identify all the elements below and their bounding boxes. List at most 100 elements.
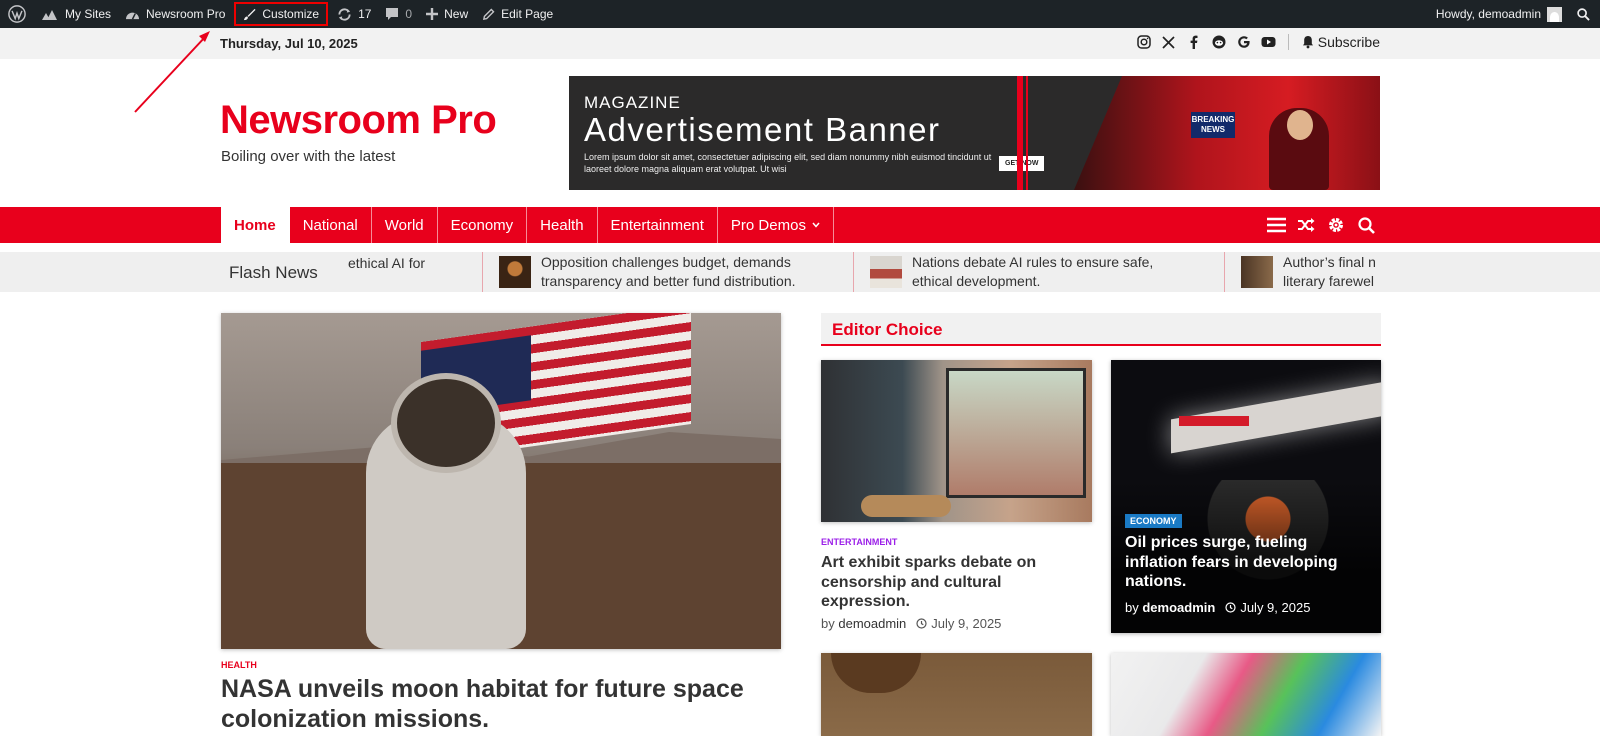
flash-news-thumbnail xyxy=(499,256,531,288)
settings-icon[interactable] xyxy=(1326,215,1346,235)
card-category-tag[interactable]: ENTERTAINMENT xyxy=(821,537,897,547)
card-category-tag[interactable]: ECONOMY xyxy=(1125,514,1182,528)
google-icon[interactable] xyxy=(1236,34,1252,50)
flash-news-item-text: Opposition challenges budget, demands tr… xyxy=(541,253,796,291)
card-author-prefix: by xyxy=(821,616,835,631)
my-sites-icon xyxy=(42,10,57,20)
current-date: Thursday, Jul 10, 2025 xyxy=(220,36,358,51)
my-sites-menu[interactable]: My Sites xyxy=(34,0,118,28)
nav-item-home[interactable]: Home xyxy=(221,207,290,243)
flash-news-item[interactable]: ethical AI for xyxy=(340,252,483,292)
subscribe-link[interactable]: Subscribe xyxy=(1318,34,1380,50)
card-date-text: July 9, 2025 xyxy=(931,616,1002,631)
flash-news-ticker: Flash News ethical AI for Opposition cha… xyxy=(0,252,1600,292)
flash-news-item-line: transparency and better fund distributio… xyxy=(541,273,796,289)
flash-news-item-line: Opposition challenges budget, demands xyxy=(541,254,791,270)
instagram-icon[interactable] xyxy=(1136,34,1152,50)
new-content-button[interactable]: New xyxy=(419,0,475,28)
editor-card-image[interactable] xyxy=(821,360,1092,522)
card-meta: by demoadmin July 9, 2025 xyxy=(1125,600,1310,615)
site-name-label: Newsroom Pro xyxy=(146,7,226,21)
editor-choice-title: Editor Choice xyxy=(832,320,943,339)
clock-icon xyxy=(1225,602,1236,613)
youtube-icon[interactable] xyxy=(1261,34,1277,50)
flash-news-thumbnail xyxy=(1241,256,1273,288)
comments-count: 0 xyxy=(405,7,413,21)
nav-item-pro-demos[interactable]: Pro Demos xyxy=(718,207,834,243)
shuffle-icon[interactable] xyxy=(1296,215,1316,235)
flash-news-item-line: ethical development. xyxy=(912,273,1041,289)
site-tagline: Boiling over with the latest xyxy=(221,148,396,165)
admin-search-button[interactable] xyxy=(1569,0,1600,28)
editor-card-image[interactable] xyxy=(821,653,1092,736)
search-icon xyxy=(1577,7,1590,21)
flash-news-item-text: ethical AI for xyxy=(348,254,425,273)
nav-item-world[interactable]: World xyxy=(372,207,438,243)
flash-news-item-text: Nations debate AI rules to ensure safe, … xyxy=(912,253,1153,291)
edit-page-label: Edit Page xyxy=(501,7,554,21)
wordpress-logo-button[interactable] xyxy=(0,0,34,28)
flash-news-row: ethical AI for Opposition challenges bud… xyxy=(340,252,1380,292)
flash-news-item-text: Author’s final n literary farewel xyxy=(1283,253,1376,291)
x-icon[interactable] xyxy=(1161,34,1177,50)
card-author-prefix: by xyxy=(1125,600,1139,615)
updates-icon xyxy=(338,7,351,21)
social-links: Subscribe xyxy=(1136,34,1380,50)
nav-item-pro-demos-label: Pro Demos xyxy=(730,216,806,234)
card-image-dog xyxy=(861,495,951,517)
top-info-bar: Thursday, Jul 10, 2025 Subscribe xyxy=(0,28,1600,59)
nav-item-national[interactable]: National xyxy=(290,207,372,243)
my-account-menu[interactable]: Howdy, demoadmin xyxy=(1429,0,1569,28)
search-icon[interactable] xyxy=(1356,215,1376,235)
comments-button[interactable]: 0 xyxy=(378,0,419,28)
plus-icon xyxy=(426,8,439,20)
flash-news-item-line: Author’s final n xyxy=(1283,254,1376,270)
flash-news-item[interactable]: Opposition challenges budget, demands tr… xyxy=(483,252,854,292)
flash-news-item-line: literary farewel xyxy=(1283,273,1375,289)
customize-button[interactable]: Customize xyxy=(234,2,329,26)
card-title[interactable]: Art exhibit sparks debate on censorship … xyxy=(821,553,1092,612)
hero-post-image[interactable] xyxy=(221,313,781,649)
hero-astronaut-helmet xyxy=(391,373,501,473)
site-name-menu[interactable]: Newsroom Pro xyxy=(118,0,232,28)
banner-title: Advertisement Banner xyxy=(584,111,941,148)
flash-news-item-line: ethical AI for xyxy=(348,255,426,271)
edit-page-button[interactable]: Edit Page xyxy=(475,0,560,28)
editor-card-image[interactable] xyxy=(1111,653,1381,736)
card-author: by demoadmin xyxy=(1125,600,1215,615)
howdy-label: Howdy, demoadmin xyxy=(1435,7,1541,21)
card-author-name[interactable]: demoadmin xyxy=(838,616,906,631)
divider xyxy=(1287,34,1289,50)
card-image-window xyxy=(946,368,1086,498)
advertisement-banner[interactable]: MAGAZINE Advertisement Banner Lorem ipsu… xyxy=(569,76,1380,190)
card-title[interactable]: Oil prices surge, fueling inflation fear… xyxy=(1125,533,1370,592)
admin-bar: My Sites Newsroom Pro Customize 17 0 New… xyxy=(0,0,1600,28)
bell-icon xyxy=(1300,34,1316,50)
nav-item-economy[interactable]: Economy xyxy=(438,207,528,243)
site-title[interactable]: Newsroom Pro xyxy=(220,98,497,143)
facebook-icon[interactable] xyxy=(1186,34,1202,50)
reddit-icon[interactable] xyxy=(1211,34,1227,50)
flash-news-item[interactable]: Author’s final n literary farewel xyxy=(1225,252,1380,292)
primary-navigation: Home National World Economy Health Enter… xyxy=(0,207,1600,243)
avatar xyxy=(1547,6,1562,22)
nav-item-entertainment[interactable]: Entertainment xyxy=(598,207,718,243)
flash-news-label: Flash News xyxy=(229,263,324,283)
nav-item-health[interactable]: Health xyxy=(527,207,598,243)
banner-reporter-head xyxy=(1287,110,1313,140)
nav-menu: Home National World Economy Health Enter… xyxy=(221,207,834,243)
hero-category-tag[interactable]: HEALTH xyxy=(221,660,257,670)
updates-count: 17 xyxy=(358,7,372,21)
customize-label: Customize xyxy=(262,7,320,21)
my-sites-label: My Sites xyxy=(65,7,112,21)
banner-stripe xyxy=(1017,76,1023,190)
new-label: New xyxy=(444,7,469,21)
updates-button[interactable]: 17 xyxy=(330,0,378,28)
hero-post-title[interactable]: NASA unveils moon habitat for future spa… xyxy=(221,674,781,734)
card-author-name[interactable]: demoadmin xyxy=(1142,600,1215,615)
editor-overlay-card[interactable]: ECONOMY Oil prices surge, fueling inflat… xyxy=(1111,360,1381,633)
admin-bar-right: Howdy, demoadmin xyxy=(1429,0,1600,28)
flash-news-item[interactable]: Nations debate AI rules to ensure safe, … xyxy=(854,252,1225,292)
banner-text: Lorem ipsum dolor sit amet, consectetuer… xyxy=(584,152,992,174)
menu-icon[interactable] xyxy=(1266,215,1286,235)
